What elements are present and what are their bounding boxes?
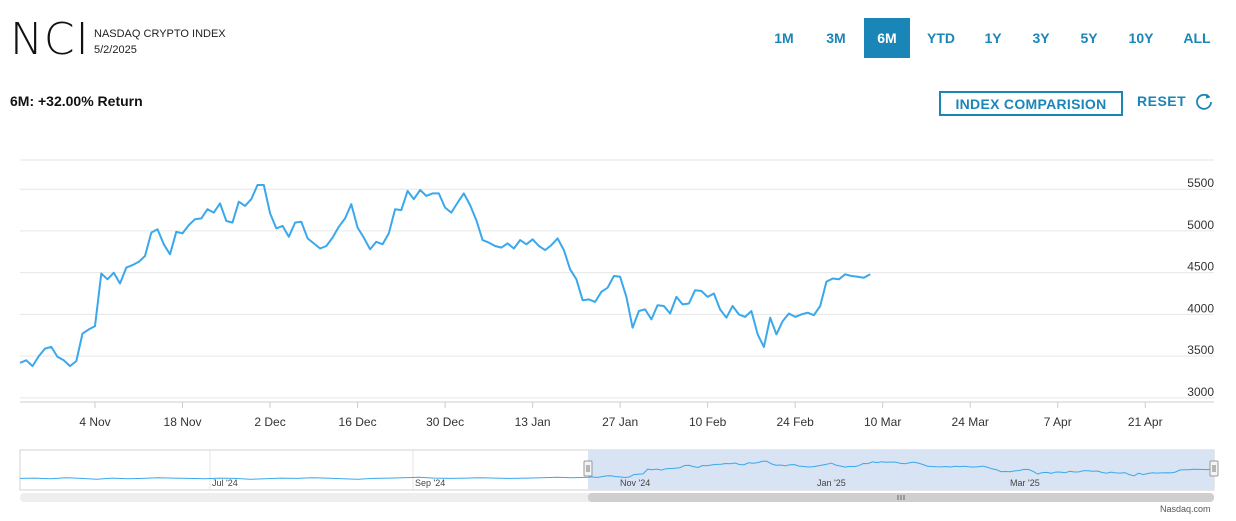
navigator-scrollbar[interactable]	[20, 493, 1214, 502]
x-tick-label: 18 Nov	[164, 415, 202, 429]
x-axis-ticks: 4 Nov 18 Nov 2 Dec 16 Dec 30 Dec 13 Jan 27 Jan…	[79, 402, 1163, 429]
chart-gridlines	[20, 159, 1214, 399]
series-line	[19, 184, 871, 368]
x-tick-label: 27 Jan	[602, 415, 638, 429]
x-tick-label: 4 Nov	[79, 415, 110, 429]
x-tick-label: 21 Apr	[1128, 415, 1163, 429]
y-tick-label: 4000	[1187, 301, 1214, 315]
x-tick-label: 30 Dec	[426, 415, 464, 429]
x-tick-label: 2 Dec	[254, 415, 285, 429]
y-tick-label: 3500	[1187, 343, 1214, 357]
y-tick-label: 5500	[1187, 176, 1214, 190]
y-axis-ticks: 3000 3500 4000 4500 5000 5500	[1187, 176, 1214, 399]
x-tick-label: 10 Feb	[689, 415, 727, 429]
navigator[interactable]: Jul '24 Sep '24 Nov '24 Jan '25 Mar '25	[19, 449, 1219, 491]
y-tick-label: 5000	[1187, 218, 1214, 232]
navigator-label: Nov '24	[620, 478, 650, 488]
x-tick-label: 13 Jan	[515, 415, 551, 429]
x-tick-label: 24 Feb	[776, 415, 814, 429]
navigator-label: Sep '24	[415, 478, 445, 488]
y-tick-label: 4500	[1187, 260, 1214, 274]
y-tick-label: 3000	[1187, 385, 1214, 399]
navigator-label: Mar '25	[1010, 478, 1040, 488]
navigator-right-handle[interactable]	[1209, 460, 1219, 477]
source-credit: Nasdaq.com	[1160, 504, 1211, 514]
navigator-selected-range[interactable]	[588, 450, 1214, 490]
x-tick-label: 24 Mar	[952, 415, 989, 429]
navigator-label: Jan '25	[817, 478, 846, 488]
x-tick-label: 7 Apr	[1044, 415, 1072, 429]
navigator-label: Jul '24	[212, 478, 238, 488]
navigator-left-handle[interactable]	[583, 460, 593, 477]
price-chart: 3000 3500 4000 4500 5000 5500 4 Nov 18 Nov 2 De…	[19, 159, 1219, 502]
x-tick-label: 10 Mar	[864, 415, 901, 429]
x-tick-label: 16 Dec	[339, 415, 377, 429]
